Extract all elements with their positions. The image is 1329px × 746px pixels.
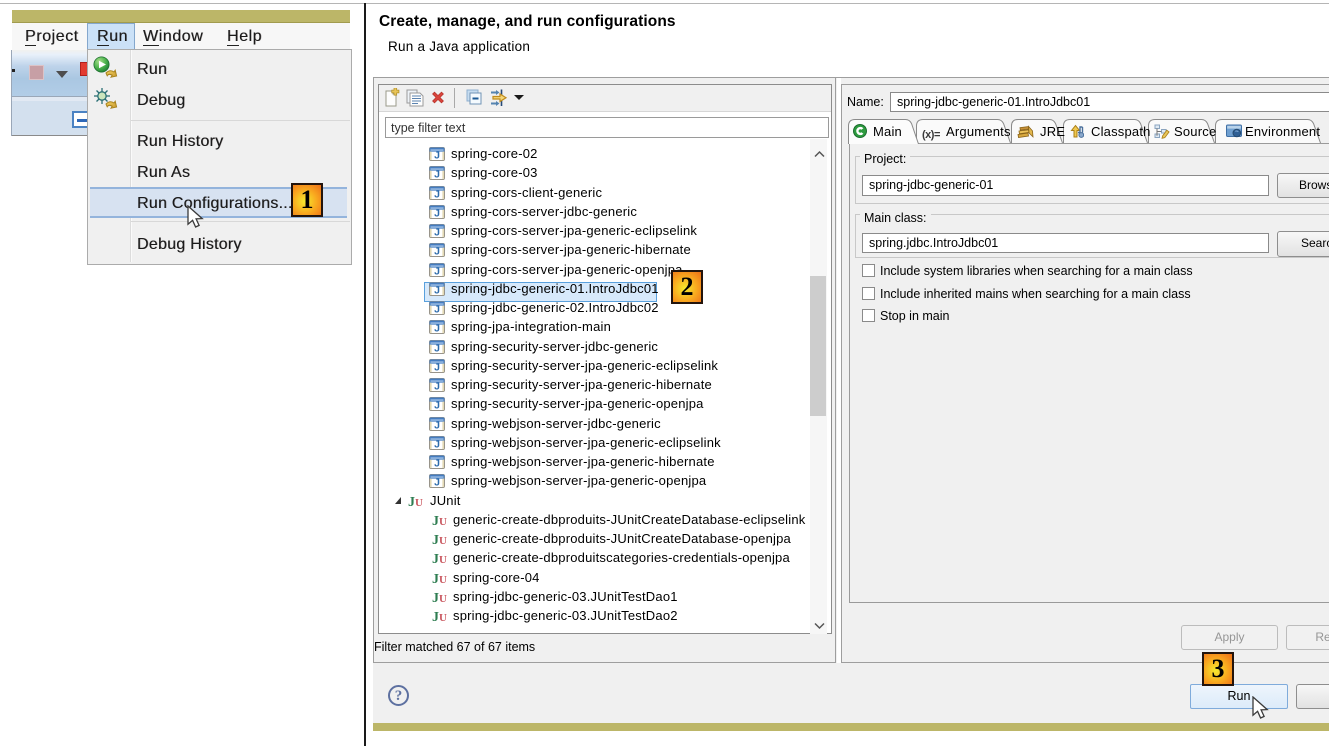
svg-text:J: J [434,439,440,450]
svg-text:J: J [434,150,440,161]
svg-text:J: J [434,362,440,373]
svg-text:J: J [434,208,440,219]
svg-text:J: J [434,304,440,315]
svg-text:J: J [434,266,440,277]
svg-text:J: J [434,420,440,431]
svg-text:J: J [434,477,440,488]
svg-text:J: J [434,458,440,469]
svg-text:J: J [434,400,440,411]
svg-text:J: J [434,343,440,354]
svg-text:J: J [434,323,440,334]
svg-text:J: J [434,381,440,392]
svg-text:J: J [434,246,440,257]
svg-text:J: J [434,227,440,238]
svg-text:J: J [434,285,440,296]
svg-text:J: J [434,189,440,200]
svg-text:J: J [434,169,440,180]
